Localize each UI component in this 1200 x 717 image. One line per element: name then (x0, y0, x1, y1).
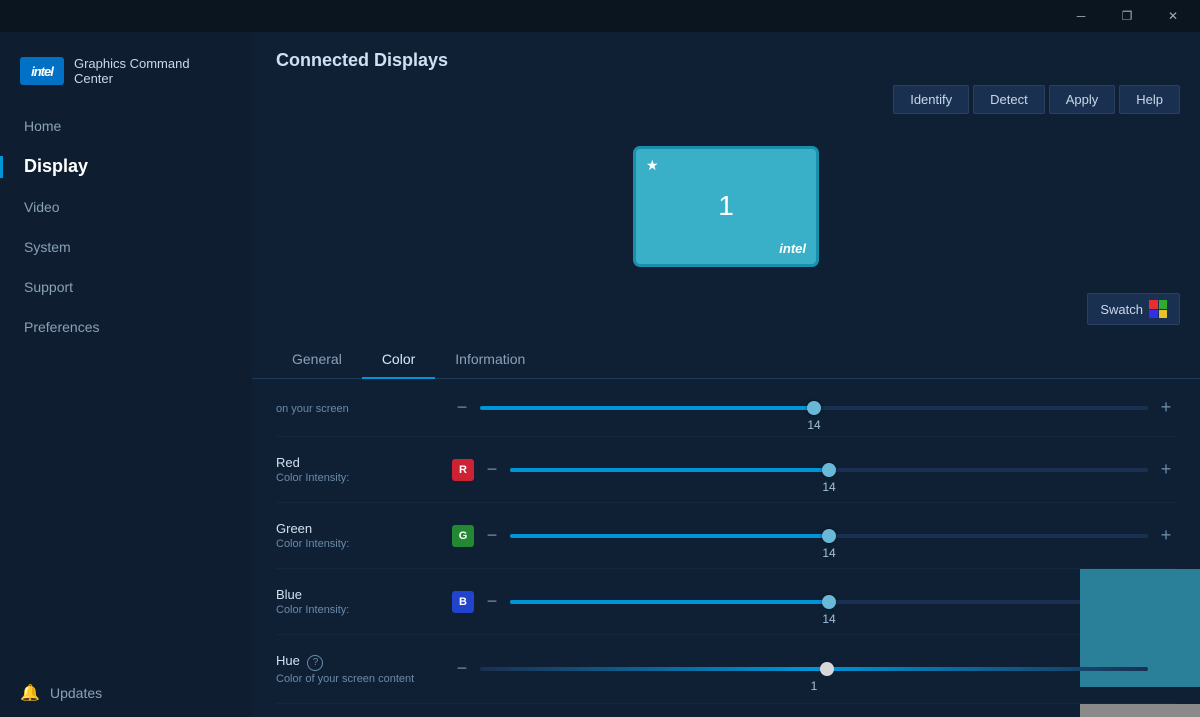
swatch-label: Swatch (1100, 302, 1143, 317)
on-screen-sub: on your screen (276, 403, 436, 415)
hue-track[interactable]: 1 (480, 667, 1148, 671)
monitor-card[interactable]: ★ 1 intel (636, 149, 816, 264)
hue-sub: Color of your screen content (276, 673, 436, 685)
help-button[interactable]: Help (1119, 85, 1180, 114)
hue-minus[interactable]: − (452, 658, 472, 679)
monitor-brand: intel (779, 241, 806, 256)
monitor-star: ★ (646, 157, 659, 174)
green-badge: G (452, 525, 474, 547)
system-label: System (24, 239, 71, 255)
green-minus[interactable]: − (482, 525, 502, 546)
red-plus[interactable]: + (1156, 459, 1176, 480)
close-button[interactable]: ✕ (1150, 0, 1196, 32)
tab-information[interactable]: Information (435, 341, 545, 379)
intel-logo: intel (20, 57, 64, 85)
maximize-button[interactable]: ❐ (1104, 0, 1150, 32)
sidebar-item-home[interactable]: Home (0, 106, 252, 146)
apply-button[interactable]: Apply (1049, 85, 1116, 114)
blue-value: 14 (822, 612, 835, 626)
minimize-button[interactable]: ─ (1058, 0, 1104, 32)
green-title: Green (276, 521, 436, 536)
detect-button[interactable]: Detect (973, 85, 1045, 114)
on-screen-value: 14 (807, 418, 820, 432)
swatch-button[interactable]: Swatch (1087, 293, 1180, 325)
green-slider-container: G − 14 + (452, 525, 1176, 547)
titlebar: ─ ❐ ✕ (0, 0, 1200, 32)
home-label: Home (24, 118, 61, 134)
sidebar-item-display[interactable]: Display (0, 146, 252, 187)
sidebar-item-system[interactable]: System (0, 227, 252, 267)
monitor-number: 1 (718, 190, 734, 222)
green-plus[interactable]: + (1156, 525, 1176, 546)
green-sub: Color Intensity: (276, 538, 436, 550)
swatch-color-grid (1149, 300, 1167, 318)
hue-value: 1 (811, 679, 818, 693)
blue-minus[interactable]: − (482, 591, 502, 612)
setting-row-saturation: Saturation ? Vividness of colors on your… (276, 704, 1176, 717)
hue-thumb[interactable] (820, 662, 834, 676)
setting-label-blue: Blue Color Intensity: (276, 587, 436, 616)
setting-row-hue: Hue ? Color of your screen content − 1 + (276, 635, 1176, 704)
content-area: Connected Displays Identify Detect Apply… (252, 32, 1200, 717)
sidebar-item-preferences[interactable]: Preferences (0, 307, 252, 347)
red-title: Red (276, 455, 436, 470)
red-track[interactable]: 14 (510, 468, 1148, 472)
sidebar: intel Graphics Command Center Home Displ… (0, 32, 252, 717)
setting-label-green: Green Color Intensity: (276, 521, 436, 550)
red-value: 14 (822, 480, 835, 494)
red-badge: R (452, 459, 474, 481)
setting-row-red: Red Color Intensity: R − 14 + (276, 437, 1176, 503)
settings-scroll[interactable]: on your screen − 14 + Red Color Intensit… (252, 379, 1200, 717)
setting-row-blue: Blue Color Intensity: B − 14 + (276, 569, 1176, 635)
sidebar-brand: intel Graphics Command Center (0, 42, 252, 106)
on-screen-plus[interactable]: + (1156, 397, 1176, 418)
setting-label-hue: Hue ? Color of your screen content (276, 653, 436, 685)
top-buttons: Identify Detect Apply Help (893, 85, 1180, 114)
sidebar-item-support[interactable]: Support (0, 267, 252, 307)
gray-preview (1080, 704, 1200, 717)
tabs: General Color Information (252, 341, 1200, 379)
setting-row-green: Green Color Intensity: G − 14 + (276, 503, 1176, 569)
red-sub: Color Intensity: (276, 472, 436, 484)
setting-row-on-screen: on your screen − 14 + (276, 379, 1176, 437)
blue-badge: B (452, 591, 474, 613)
blue-title: Blue (276, 587, 436, 602)
blue-track[interactable]: 14 (510, 600, 1148, 604)
blue-slider-container: B − 14 + (452, 591, 1176, 613)
hue-slider-container: − 1 + (452, 658, 1176, 679)
display-preview-area: Identify Detect Apply Help ★ 1 intel Swa… (252, 71, 1200, 341)
display-label: Display (24, 156, 88, 177)
green-track[interactable]: 14 (510, 534, 1148, 538)
setting-label-on-screen: on your screen (276, 401, 436, 415)
preferences-label: Preferences (24, 319, 99, 335)
red-minus[interactable]: − (482, 459, 502, 480)
nav-spacer (0, 347, 252, 669)
tab-general[interactable]: General (272, 341, 362, 379)
identify-button[interactable]: Identify (893, 85, 969, 114)
brand-text: Graphics Command Center (74, 56, 232, 86)
tab-color[interactable]: Color (362, 341, 435, 379)
blue-sub: Color Intensity: (276, 604, 436, 616)
sidebar-item-video[interactable]: Video (0, 187, 252, 227)
app-body: intel Graphics Command Center Home Displ… (0, 32, 1200, 717)
red-slider-container: R − 14 + (452, 459, 1176, 481)
bell-icon: 🔔 (20, 683, 40, 703)
hue-help-icon[interactable]: ? (307, 655, 323, 671)
updates-label: Updates (50, 685, 102, 701)
video-label: Video (24, 199, 60, 215)
on-screen-minus[interactable]: − (452, 397, 472, 418)
on-screen-track[interactable]: 14 (480, 406, 1148, 410)
setting-label-red: Red Color Intensity: (276, 455, 436, 484)
updates-item[interactable]: 🔔 Updates (0, 669, 252, 717)
on-screen-slider-container: − 14 + (452, 397, 1176, 418)
page-title: Connected Displays (252, 32, 1200, 71)
green-value: 14 (822, 546, 835, 560)
hue-title: Hue ? (276, 653, 436, 671)
support-label: Support (24, 279, 73, 295)
